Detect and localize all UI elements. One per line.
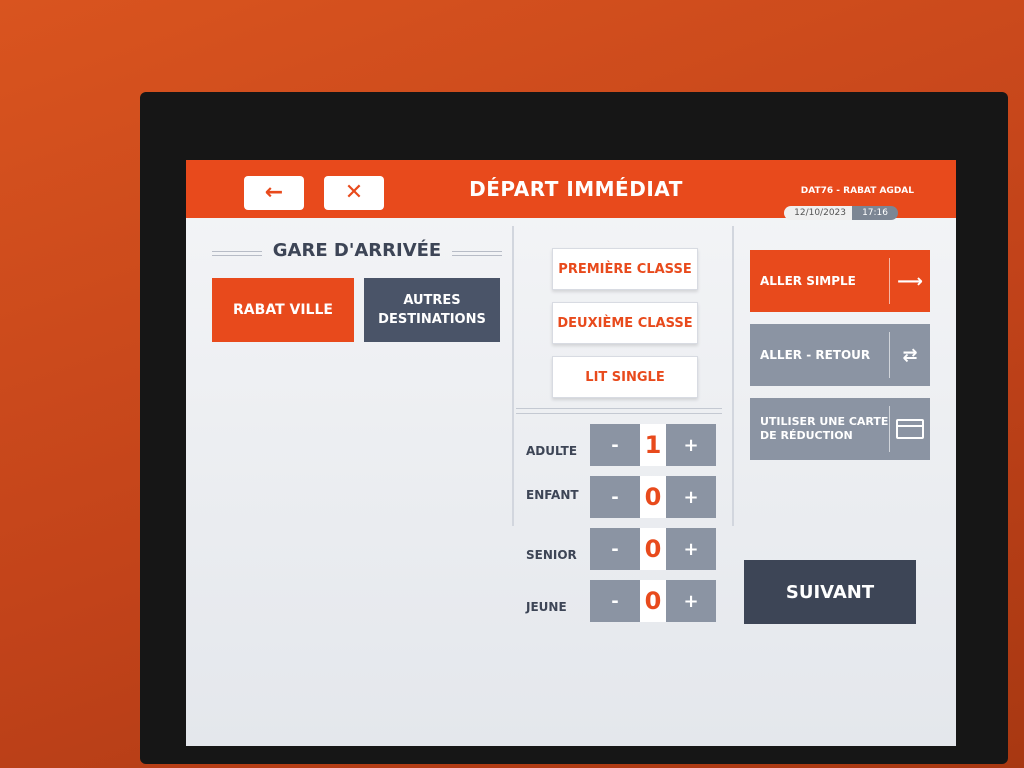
next-button[interactable]: SUIVANT [744, 560, 916, 624]
youth-increment-button[interactable]: + [666, 580, 716, 622]
passenger-label-youth: JEUNE [526, 600, 567, 614]
credit-card-icon [889, 406, 930, 452]
class-second-button[interactable]: DEUXIÈME CLASSE [552, 302, 698, 344]
discount-card-label-line2: DE RÉDUCTION [760, 429, 853, 442]
touch-screen: ← ✕ DÉPART IMMÉDIAT DAT76 - RABAT AGDAL … [186, 160, 956, 746]
one-way-button[interactable]: ALLER SIMPLE ⟶ [750, 250, 930, 312]
destination-rabat-ville-button[interactable]: RABAT VILLE [212, 278, 354, 342]
discount-card-label-line1: UTILISER UNE CARTE [760, 415, 889, 428]
route-label: DAT76 - RABAT AGDAL [800, 186, 914, 196]
youth-stepper: - 0 + [590, 580, 716, 622]
arrival-station-title: GARE D'ARRIVÉE [212, 240, 502, 261]
time-display: 17:16 [852, 206, 898, 220]
discount-card-label: UTILISER UNE CARTE DE RÉDUCTION [760, 398, 888, 460]
one-way-label: ALLER SIMPLE [760, 274, 856, 288]
senior-stepper: - 0 + [590, 528, 716, 570]
back-button[interactable]: ← [244, 176, 304, 210]
youth-decrement-button[interactable]: - [590, 580, 640, 622]
round-trip-label: ALLER - RETOUR [760, 348, 871, 362]
arrow-right-icon: ⟶ [889, 258, 930, 304]
passenger-label-senior: SENIOR [526, 548, 577, 562]
senior-decrement-button[interactable]: - [590, 528, 640, 570]
adult-increment-button[interactable]: + [666, 424, 716, 466]
close-button[interactable]: ✕ [324, 176, 384, 210]
passenger-label-child: ENFANT [526, 488, 579, 502]
title-rule-right [452, 251, 502, 256]
column-divider-left [512, 226, 514, 526]
page-title: DÉPART IMMÉDIAT [469, 177, 683, 201]
senior-increment-button[interactable]: + [666, 528, 716, 570]
class-first-button[interactable]: PREMIÈRE CLASSE [552, 248, 698, 290]
column-divider-right [732, 226, 734, 526]
child-increment-button[interactable]: + [666, 476, 716, 518]
passenger-label-adult: ADULTE [526, 444, 578, 458]
child-count: 0 [640, 476, 666, 518]
kiosk-body: ← ✕ DÉPART IMMÉDIAT DAT76 - RABAT AGDAL … [0, 0, 1024, 768]
youth-count: 0 [640, 580, 666, 622]
destination-other-button[interactable]: AUTRES DESTINATIONS [364, 278, 500, 342]
adult-stepper: - 1 + [590, 424, 716, 466]
child-decrement-button[interactable]: - [590, 476, 640, 518]
arrival-title-text: GARE D'ARRIVÉE [272, 240, 442, 261]
date-display: 12/10/2023 [784, 206, 856, 220]
header-bar: ← ✕ DÉPART IMMÉDIAT DAT76 - RABAT AGDAL … [186, 160, 956, 220]
arrow-left-icon: ← [264, 180, 284, 205]
child-stepper: - 0 + [590, 476, 716, 518]
senior-count: 0 [640, 528, 666, 570]
card-shape [896, 419, 924, 439]
round-trip-button[interactable]: ALLER - RETOUR ⇄ [750, 324, 930, 386]
class-bed-single-button[interactable]: LIT SINGLE [552, 356, 698, 398]
close-icon: ✕ [344, 180, 364, 205]
adult-count: 1 [640, 424, 666, 466]
swap-arrows-icon: ⇄ [889, 332, 930, 378]
class-passenger-divider [516, 408, 722, 414]
adult-decrement-button[interactable]: - [590, 424, 640, 466]
discount-card-button[interactable]: UTILISER UNE CARTE DE RÉDUCTION [750, 398, 930, 460]
title-rule-left [212, 251, 262, 256]
